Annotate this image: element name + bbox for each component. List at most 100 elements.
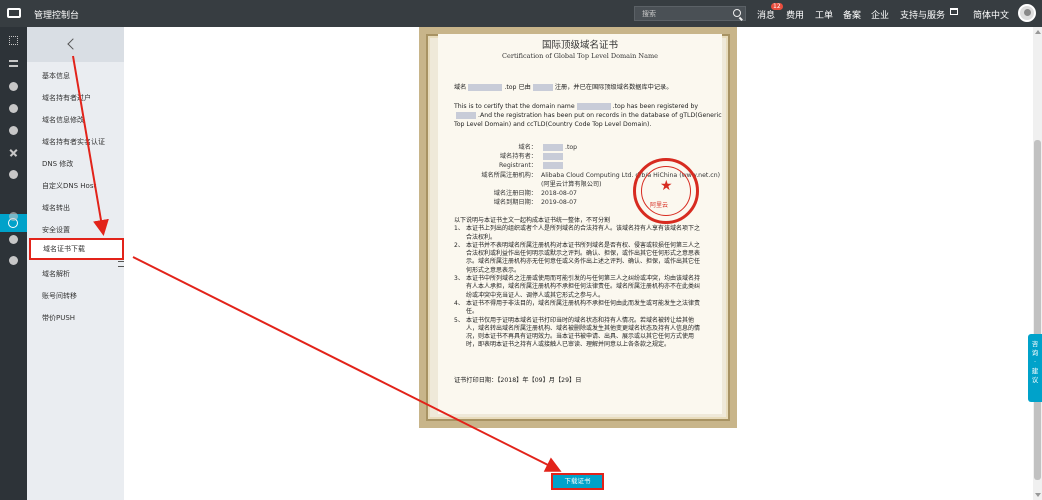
sidebar-item-account-transfer[interactable]: 账号间转移 [27,285,124,307]
sidebar-collapse-button[interactable] [27,27,124,62]
term-text: 本证书并不表明域名所属注册机构对本证书所列域名是否有权、侵害或较损任何第三人之合… [466,241,701,274]
term-text: 本证书中所列域名之注册或使用而可能引发的与任何第三人之纠纷或冲突，均由该域名持有… [466,275,701,299]
field-value [541,161,565,170]
sidebar-item-dns-modify[interactable]: DNS 修改 [27,153,124,175]
sidebar-item-realname-auth[interactable]: 域名持有者实名认证 [27,131,124,153]
field-row: 域名持有者： [454,152,722,161]
certificate-title-en: Certification of Global Top Level Domain… [502,52,658,60]
term-number: 3、 [454,275,464,283]
scroll-down-arrow-icon[interactable] [1035,493,1041,497]
field-key: Registrant： [499,162,537,170]
message-count-badge: 12 [771,3,783,10]
field-value: .top [541,143,577,152]
statement-text: 注册，并已在国际顶级域名数据库中记录。 [554,84,673,91]
search-placeholder[interactable]: 搜索 [642,9,656,19]
tools-icon[interactable] [9,148,18,157]
term-number: 1、 [454,225,464,233]
search-box[interactable]: 搜索 [634,6,746,21]
consult-feedback-tab[interactable]: 咨 询 · 建 议 [1028,334,1042,402]
field-value-text: .top [565,144,578,151]
sidebar-item-transfer-out[interactable]: 域名转出 [27,197,124,219]
aliyun-logo-icon[interactable] [7,8,21,18]
sidebar-item-label: 域名证书下载 [43,245,85,253]
search-icon[interactable] [733,9,741,17]
feedback-char: 建 [1031,367,1039,375]
nav-language[interactable]: 简体中文 [973,8,1009,21]
user-avatar[interactable] [1018,4,1036,22]
field-value: (阿里云计算有限公司) [541,180,602,188]
download-certificate-button[interactable]: 下载证书 [551,473,604,490]
cart-icon[interactable] [950,8,958,15]
certificate-terms: 以下说明与本证书主文一起构成本证书统一整体，不可分割 1、 本证书上列出的组织或者… [454,217,704,350]
term-number: 2、 [454,241,464,249]
list-icon[interactable] [9,60,18,67]
term-item: 2、 本证书并不表明域名所属注册机构对本证书所列域名是否有权、侵害或较损任何第三人… [454,242,704,275]
database-icon[interactable] [9,170,18,179]
certificate-statement-cn: 域名 .top 已由 注册，并已在国际顶级域名数据库中记录。 [454,83,722,92]
domain-sidebar: 基本信息 域名持有者过户 域名信息修改 域名持有者实名认证 DNS 修改 自定义… [27,27,124,500]
sidebar-item-label: 域名信息修改 [42,116,84,124]
certificate-title-cn: 国际顶级域名证书 [541,40,618,51]
nav-icp[interactable]: 备案 [843,8,861,21]
sidebar-item-label: 带价PUSH [42,314,76,322]
statement-text: .top has been registered by [612,103,699,110]
term-text: 本证书仅用于证明本域名证书打印当时的域名状态和持有人情况。若域名被转让给其他人，… [466,316,701,349]
nav-support[interactable]: 支持与服务 [900,8,945,21]
field-row: 域名： .top [454,143,722,152]
sidebar-item-label: 自定义DNS Host [42,182,97,190]
redacted-block [543,152,563,160]
sidebar-item-label: DNS 修改 [42,160,74,168]
field-key: 域名到期日期： [493,199,537,207]
term-item: 5、 本证书仅用于证明本域名证书打印当时的域名状态和持有人情况。若域名被转让给其他… [454,317,704,350]
field-key: 域名注册日期： [493,189,537,197]
nav-tickets[interactable]: 工单 [815,8,833,21]
redacted-block [456,111,476,119]
scrollbar-thumb[interactable] [1034,140,1041,480]
term-item: 3、 本证书中所列域名之注册或使用而可能引发的与任何第三人之纠纷或冲突，均由该域名… [454,275,704,300]
term-text: 本证书上列出的组织或者个人是所列域名的合法持有人。该域名持有人享有该域名项下之合… [466,225,701,241]
statement-text: This is to certify that the domain name [454,103,575,110]
term-item: 4、 本证书不得用于非法目的，域名所属注册机构不承担任何由此而发生或可能发生之法律… [454,300,704,317]
shield-icon[interactable] [9,82,18,91]
redacted-block [532,83,553,91]
field-value: 2019-08-07 [541,199,577,207]
sidebar-item-custom-dns-host[interactable]: 自定义DNS Host [27,175,124,197]
nav-billing[interactable]: 费用 [786,8,804,21]
sidebar-item-label: 基本信息 [42,72,70,80]
field-key: 域名： [518,144,537,151]
sidebar-item-basic-info[interactable]: 基本信息 [27,65,124,87]
feedback-char: 询 [1031,349,1039,357]
sidebar-item-dns-resolve[interactable]: 域名解析 [27,263,124,285]
sidebar-item-label: 安全设置 [42,226,70,234]
circle-icon[interactable] [9,235,18,244]
product-grid-icon[interactable] [9,36,18,45]
feedback-char: · [1033,358,1037,366]
sidebar-item-label: 域名持有者实名认证 [42,138,105,146]
console-title[interactable]: 管理控制台 [34,8,79,21]
domain-certificate: 国际顶级域名证书 Certification of Global Top Lev… [419,27,737,428]
sidebar-item-price-push[interactable]: 带价PUSH [27,307,124,329]
nav-enterprise[interactable]: 企业 [871,8,889,21]
sidebar-item-label: 域名解析 [42,270,70,278]
scroll-up-arrow-icon[interactable] [1035,30,1041,34]
product-icon-bar [0,27,27,500]
certificate-paper: 国际顶级域名证书 Certification of Global Top Lev… [438,34,722,414]
redacted-block [543,161,563,169]
cloud-icon[interactable] [9,104,18,113]
feedback-char: 咨 [1031,340,1039,348]
sidebar-item-cert-download[interactable]: 域名证书下载 [29,238,124,260]
term-number: 4、 [454,299,464,307]
field-key: 域名所属注册机构： [481,171,537,179]
sidebar-item-modify-info[interactable]: 域名信息修改 [27,109,124,131]
sidebar-item-label: 域名持有者过户 [42,94,91,102]
settings-icon[interactable] [9,212,18,221]
field-key: 域名持有者： [499,153,537,161]
top-navigation-bar: 管理控制台 搜索 消息 12 费用 工单 备案 企业 支持与服务 简体中文 [0,0,1042,27]
dot-icon[interactable] [9,256,18,265]
redacted-block [543,143,563,151]
cloud-upload-icon[interactable] [9,126,18,135]
official-seal-stamp: ★ 阿里云 [633,158,699,224]
sidebar-item-transfer-holder[interactable]: 域名持有者过户 [27,87,124,109]
term-text: 本证书不得用于非法目的，域名所属注册机构不承担任何由此而发生或可能发生之法律责任… [466,299,701,316]
field-value: 2018-08-07 [541,189,577,197]
